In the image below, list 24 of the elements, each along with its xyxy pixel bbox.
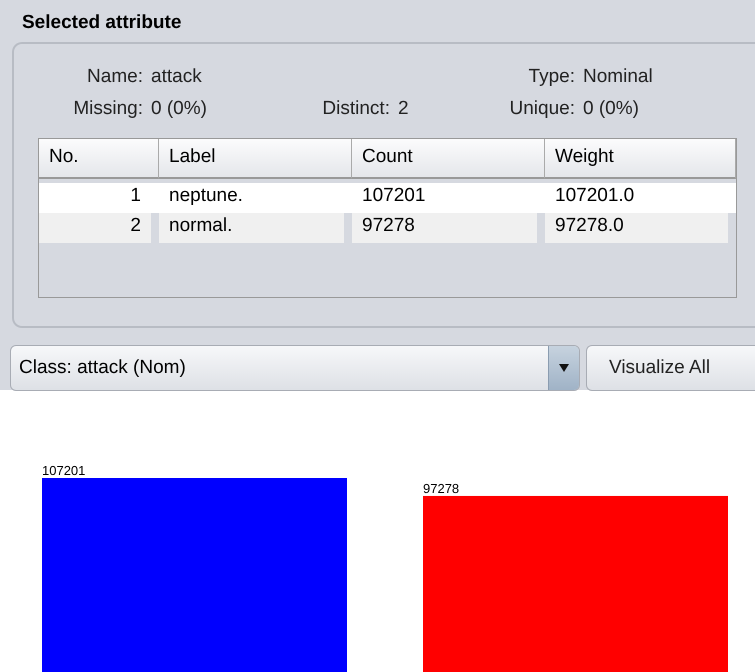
table-cell: normal. — [159, 213, 344, 243]
column-header[interactable]: Weight — [545, 139, 736, 179]
column-header[interactable]: Label — [159, 139, 352, 179]
stat-label: Name: — [86, 66, 144, 89]
panel-title: Selected attribute — [21, 12, 182, 35]
stat-value: 0 (0%) — [151, 98, 208, 121]
dropdown-arrow-icon — [559, 364, 569, 372]
stat-value: Nominal — [583, 66, 654, 89]
class-dropdown[interactable]: Class: attack (Nom) — [10, 345, 580, 391]
stat-label: Distinct: — [321, 98, 391, 121]
visualize-all-button[interactable]: Visualize All — [586, 345, 755, 391]
stat-value: 2 — [398, 98, 410, 121]
bar-value-label: 107201 — [42, 463, 86, 478]
stat-value: 0 (0%) — [583, 98, 640, 121]
stat-label: Missing: — [72, 98, 144, 121]
table-cell: 97278.0 — [545, 213, 728, 243]
column-header[interactable]: No. — [39, 139, 159, 179]
table-cell: 97278 — [352, 213, 537, 243]
stat-label: Unique: — [508, 98, 576, 121]
table-cell: 2 — [39, 213, 151, 243]
column-header[interactable]: Count — [352, 139, 545, 179]
stat-value: attack — [151, 66, 203, 89]
stat-label: Type: — [528, 66, 576, 89]
bar-value-label: 97278 — [423, 480, 460, 496]
